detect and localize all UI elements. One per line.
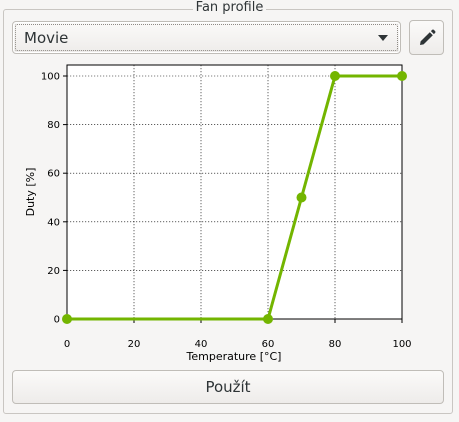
y-tick-label: 60: [47, 169, 60, 180]
fan-curve-chart[interactable]: 0 20 40 60 80 100 0 20 40 60 80 100 Temperature [°C…: [0, 0, 459, 422]
x-tick-label: 80: [329, 339, 342, 350]
curve-point-handle[interactable]: [263, 314, 273, 324]
curve-point-handle[interactable]: [330, 71, 340, 81]
plot-area: [66, 64, 403, 320]
apply-button[interactable]: Použít: [12, 370, 444, 404]
y-tick-label: 100: [41, 72, 60, 83]
x-tick-label: 40: [195, 339, 208, 350]
x-tick-label: 100: [392, 339, 411, 350]
y-tick-label: 20: [47, 266, 60, 277]
curve-point-handle[interactable]: [397, 71, 407, 81]
x-tick-label: 20: [128, 339, 141, 350]
curve-point-handle[interactable]: [62, 314, 72, 324]
y-tick-label: 40: [47, 217, 60, 228]
y-tick-label: 0: [54, 315, 60, 326]
y-tick-label: 80: [47, 120, 60, 131]
x-axis-label: Temperature [°C]: [186, 350, 282, 363]
curve-point-handle[interactable]: [296, 192, 307, 203]
y-axis-label: Duty [%]: [24, 168, 37, 217]
x-tick-label: 60: [262, 339, 275, 350]
x-tick-label: 0: [64, 339, 70, 350]
